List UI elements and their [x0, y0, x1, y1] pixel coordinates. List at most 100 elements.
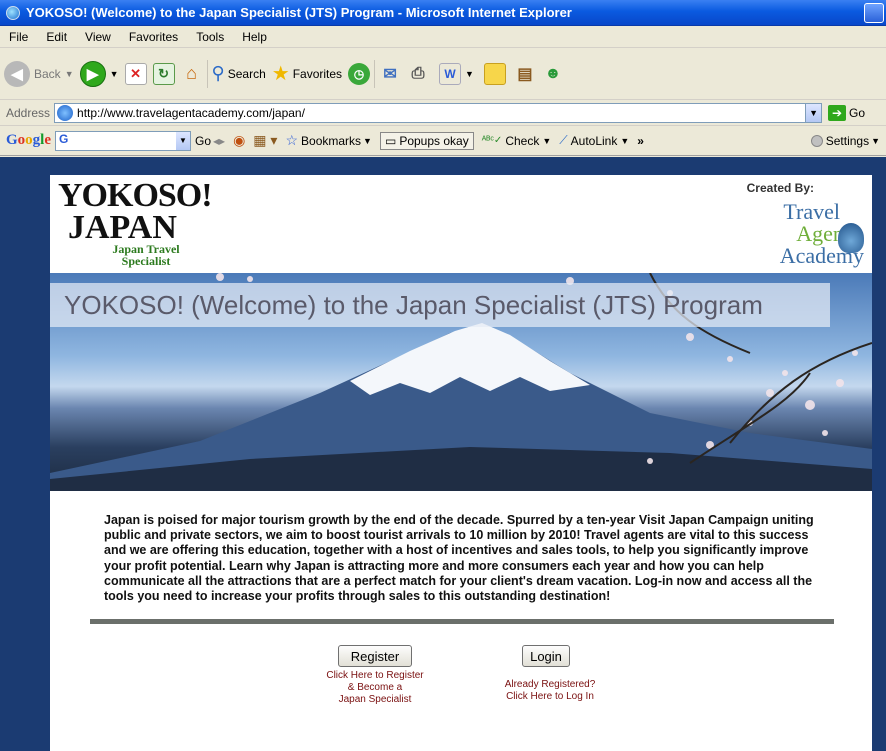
- logo-yokoso-text: YOKOSO!: [58, 177, 213, 214]
- graduation-cap-globe-icon: [838, 223, 864, 253]
- travel-agent-academy-logo: Travel Agent Academy: [780, 201, 864, 267]
- edit-dropdown-icon[interactable]: ▼: [465, 69, 474, 79]
- media-icon[interactable]: ◷: [348, 62, 371, 85]
- settings-dropdown-icon: ▼: [871, 135, 880, 146]
- go-arrow-icon: ➔: [828, 104, 847, 121]
- popup-blocker-icon: ▭: [384, 133, 397, 148]
- google-go-button[interactable]: Go ◂▸: [195, 134, 225, 148]
- forward-arrow-icon: ▶: [79, 60, 106, 87]
- autolink-wand-icon: ⟋: [559, 133, 568, 147]
- spellcheck-button[interactable]: ᴬᴮᶜ✓ Check ▼: [482, 134, 552, 148]
- settings-button[interactable]: Settings ▼: [810, 133, 880, 148]
- autolink-label: AutoLink: [570, 133, 618, 148]
- forward-button[interactable]: ▶ ▼: [79, 60, 119, 87]
- pagerank-icon[interactable]: ◉: [233, 132, 245, 149]
- register-hint-line3: Japan Specialist: [338, 694, 412, 705]
- menu-edit[interactable]: Edit: [37, 30, 76, 44]
- spellcheck-icon: ᴬᴮᶜ✓: [481, 135, 503, 146]
- address-input[interactable]: http://www.travelagentacademy.com/japan/…: [54, 102, 823, 123]
- favorites-star-icon: ★: [271, 63, 290, 85]
- discuss-icon[interactable]: [483, 62, 506, 85]
- logo-subtitle-line2: Specialist: [121, 254, 171, 268]
- menu-favorites[interactable]: Favorites: [120, 30, 187, 44]
- google-search-value: G: [59, 131, 69, 146]
- taa-logo-line1: Travel: [783, 199, 840, 224]
- page-icon: [57, 104, 74, 121]
- google-logo[interactable]: Google: [0, 132, 51, 149]
- favorites-button[interactable]: ★ Favorites: [272, 61, 342, 86]
- menu-bar: File Edit View Favorites Tools Help: [0, 26, 886, 48]
- register-hint-line1: Click Here to Register: [326, 670, 424, 681]
- edit-word-icon[interactable]: W: [439, 62, 462, 85]
- search-button[interactable]: ⚲ Search: [212, 63, 266, 84]
- google-news-icon[interactable]: ▦ ▾: [253, 132, 277, 149]
- google-go-label: Go: [195, 133, 212, 148]
- autolink-dropdown-icon: ▼: [620, 135, 630, 146]
- program-title: YOKOSO! (Welcome) to the Japan Specialis…: [50, 283, 830, 327]
- back-arrow-icon: ◀: [4, 60, 30, 87]
- toolbar-separator: [206, 59, 208, 88]
- title-bar[interactable]: YOKOSO! (Welcome) to the Japan Specialis…: [0, 0, 886, 26]
- search-label: Search: [227, 66, 266, 81]
- address-bar: Address http://www.travelagentacademy.co…: [0, 100, 886, 126]
- register-button[interactable]: Register: [338, 645, 412, 667]
- login-hint-line1: Already Registered?: [504, 679, 596, 690]
- google-search-input[interactable]: G ▼: [55, 130, 192, 151]
- back-label: Back: [34, 66, 61, 81]
- divider: [90, 619, 834, 624]
- refresh-icon[interactable]: ↻: [152, 62, 175, 85]
- register-hint-link[interactable]: Click Here to Register & Become a Japan …: [308, 670, 442, 706]
- address-dropdown-icon[interactable]: ▼: [805, 103, 822, 122]
- home-icon[interactable]: ⌂: [181, 63, 203, 85]
- bookmarks-button[interactable]: ☆ Bookmarks ▼: [285, 132, 372, 149]
- check-dropdown-icon: ▼: [542, 135, 552, 146]
- back-dropdown-icon[interactable]: ▼: [65, 69, 74, 79]
- google-toolbar: Google G ▼ Go ◂▸ ◉ ▦ ▾ ☆ Bookmarks ▼ ▭ Popup…: [0, 126, 886, 156]
- popups-button[interactable]: ▭ Popups okay: [379, 131, 474, 150]
- page-viewport: YOKOSO! JAPAN Japan Travel Specialist Cr…: [0, 157, 886, 751]
- bookmarks-dropdown-icon: ▼: [363, 135, 372, 146]
- ie-icon: [6, 5, 20, 20]
- mount-fuji-banner: YOKOSO! (Welcome) to the Japan Specialis…: [50, 273, 872, 491]
- browser-window: YOKOSO! (Welcome) to the Japan Specialis…: [0, 0, 886, 751]
- forward-dropdown-icon[interactable]: ▼: [110, 69, 119, 79]
- go-label: Go: [849, 105, 866, 120]
- menu-help[interactable]: Help: [233, 30, 276, 44]
- login-hint-link[interactable]: Already Registered? Click Here to Log In: [488, 679, 612, 703]
- address-url: http://www.travelagentacademy.com/japan/: [77, 105, 305, 120]
- intro-paragraph: Japan is poised for major tourism growth…: [104, 513, 814, 604]
- settings-label: Settings: [825, 133, 870, 148]
- window-title: YOKOSO! (Welcome) to the Japan Specialis…: [26, 5, 572, 20]
- settings-icon: [810, 134, 823, 147]
- logo-subtitle: Japan Travel Specialist: [106, 243, 186, 267]
- register-hint-line2: & Become a: [347, 682, 403, 693]
- bookmarks-star-icon: ☆: [285, 132, 299, 148]
- created-by-label: Created By:: [746, 181, 814, 195]
- standard-toolbar: ◀ Back ▼ ▶ ▼ ✕ ↻ ⌂ ⚲ Search ★ Favorites …: [0, 48, 886, 100]
- back-button[interactable]: ◀ Back ▼: [4, 60, 74, 87]
- research-icon[interactable]: ▤: [514, 63, 536, 85]
- check-label: Check: [505, 133, 540, 148]
- login-button[interactable]: Login: [522, 645, 570, 667]
- google-search-dropdown-icon[interactable]: ▼: [176, 131, 191, 150]
- toolbar-separator: [374, 59, 376, 88]
- go-button[interactable]: ➔ Go: [828, 104, 866, 121]
- yokoso-japan-logo: YOKOSO! JAPAN Japan Travel Specialist: [58, 179, 218, 271]
- toolbar-overflow-chevron-icon[interactable]: »: [637, 134, 644, 148]
- menu-view[interactable]: View: [76, 30, 120, 44]
- menu-tools[interactable]: Tools: [187, 30, 233, 44]
- mail-icon[interactable]: ✉: [379, 63, 401, 85]
- window-control-button[interactable]: [864, 3, 884, 23]
- stop-icon[interactable]: ✕: [124, 62, 147, 85]
- popups-label: Popups okay: [399, 133, 469, 148]
- address-label: Address: [6, 105, 51, 120]
- print-icon[interactable]: ⎙: [407, 63, 429, 85]
- favorites-label: Favorites: [292, 66, 343, 81]
- messenger-icon[interactable]: ☻: [542, 63, 564, 85]
- autolink-button[interactable]: ⟋ AutoLink ▼: [559, 133, 629, 148]
- search-icon: ⚲: [211, 63, 225, 83]
- google-go-icon: ◂▸: [213, 133, 226, 148]
- bookmarks-label: Bookmarks: [301, 133, 362, 148]
- menu-file[interactable]: File: [0, 30, 37, 44]
- page-content: YOKOSO! JAPAN Japan Travel Specialist Cr…: [50, 175, 872, 751]
